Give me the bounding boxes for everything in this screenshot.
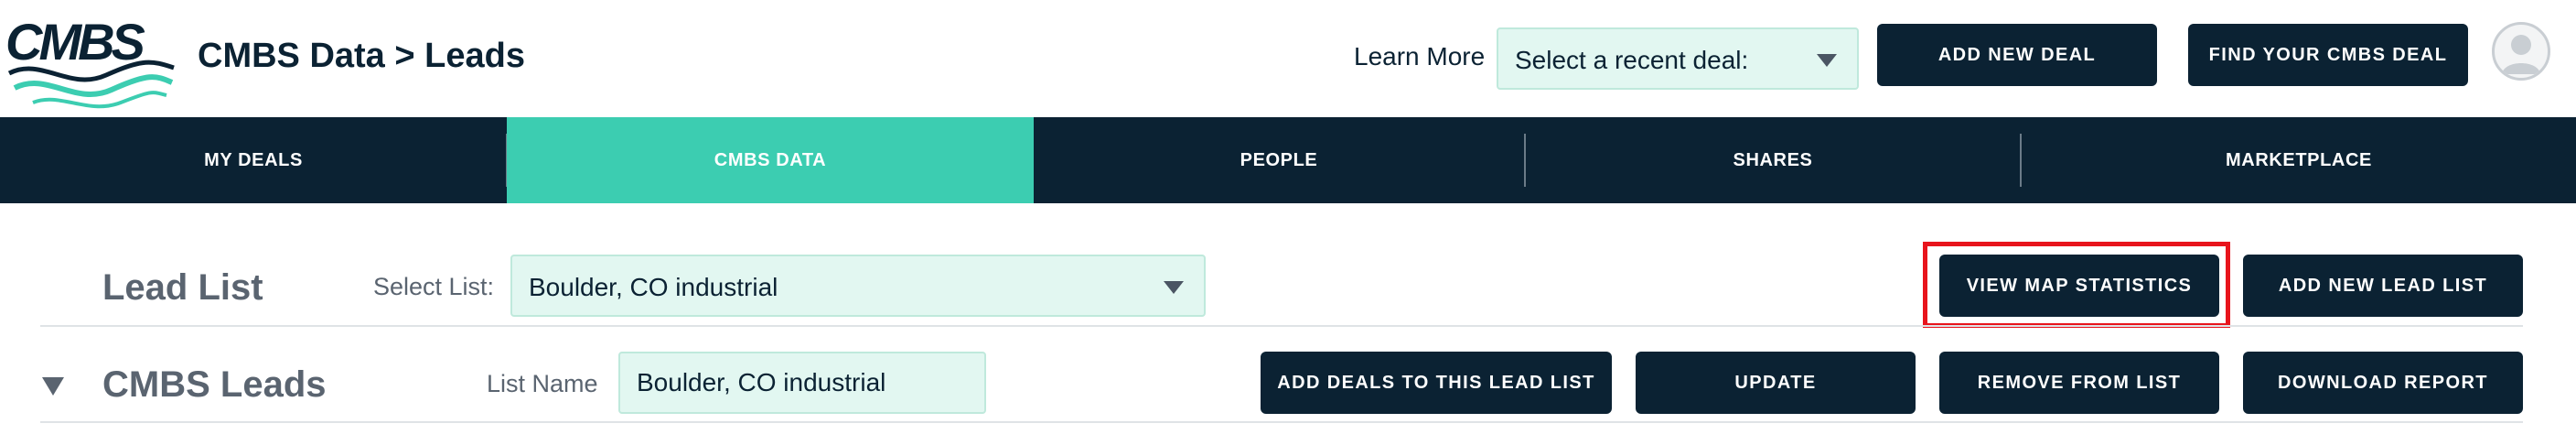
nav-marketplace[interactable]: MARKETPLACE [2022,117,2576,203]
add-deals-to-lead-list-button[interactable]: ADD DEALS TO THIS LEAD LIST [1261,352,1612,414]
download-report-button[interactable]: DOWNLOAD REPORT [2243,352,2523,414]
breadcrumb-separator: > [394,37,415,75]
nav-people[interactable]: PEOPLE [1034,117,1524,203]
breadcrumb-section[interactable]: CMBS Data [198,37,385,75]
learn-more-link[interactable]: Learn More [1354,42,1485,71]
breadcrumb: CMBS Data > Leads [198,37,525,76]
nav-shares[interactable]: SHARES [1526,117,2020,203]
lead-list-select-value: Boulder, CO industrial [529,273,778,301]
triangle-down-icon[interactable] [42,377,64,396]
cmbs-logo[interactable]: CMBS [5,15,176,109]
list-name-input[interactable] [618,352,986,414]
caret-down-icon [1817,54,1837,67]
avatar-silhouette-icon [2502,35,2540,74]
caret-down-icon [1164,281,1184,294]
list-name-label: List Name [487,370,598,397]
divider [40,325,2523,327]
divider [40,421,2523,423]
lead-list-title: Lead List [102,267,263,308]
add-new-lead-list-button[interactable]: ADD NEW LEAD LIST [2243,255,2523,317]
lead-list-select[interactable]: Boulder, CO industrial [510,255,1206,317]
main-nav: MY DEALS CMBS DATA PEOPLE SHARES MARKETP… [0,117,2576,203]
nav-my-deals[interactable]: MY DEALS [0,117,507,203]
view-map-statistics-button[interactable]: VIEW MAP STATISTICS [1939,255,2219,317]
nav-cmbs-data[interactable]: CMBS DATA [507,117,1034,203]
cmbs-leads-title: CMBS Leads [102,364,327,405]
recent-deal-select-value: Select a recent deal: [1515,46,1749,74]
breadcrumb-page: Leads [424,37,525,75]
select-list-label: Select List: [373,273,495,300]
recent-deal-select[interactable]: Select a recent deal: [1497,27,1859,90]
find-cmbs-deal-button[interactable]: FIND YOUR CMBS DEAL [2188,24,2468,86]
update-button[interactable]: UPDATE [1636,352,1916,414]
add-new-deal-button[interactable]: ADD NEW DEAL [1877,24,2157,86]
user-avatar-icon[interactable] [2492,22,2550,81]
top-header: CMBS CMBS Data > Leads Learn More Select… [0,0,2576,117]
remove-from-list-button[interactable]: REMOVE FROM LIST [1939,352,2219,414]
logo-waves-icon [7,60,175,109]
